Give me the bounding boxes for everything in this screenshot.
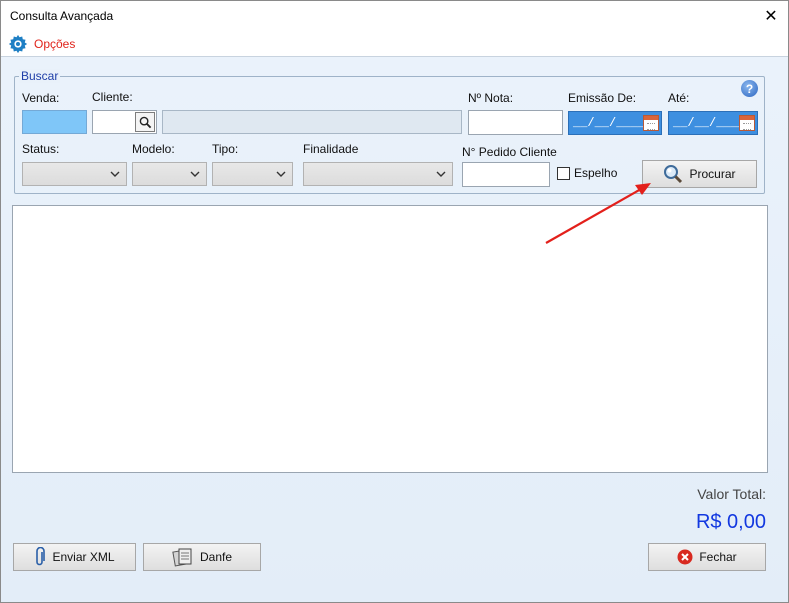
ate-date-value: __/__/____ xyxy=(673,116,746,130)
title-bar: Consulta Avançada ✕ xyxy=(1,1,788,31)
main-window: Consulta Avançada ✕ Opções Buscar ? Vend… xyxy=(0,0,789,603)
cliente-code-input[interactable] xyxy=(92,110,157,134)
enviar-xml-label: Enviar XML xyxy=(52,550,115,564)
documents-icon xyxy=(172,547,194,567)
cliente-name-field xyxy=(162,110,462,134)
enviar-xml-button[interactable]: Enviar XML xyxy=(13,543,136,571)
cliente-label: Cliente: xyxy=(92,90,133,104)
danfe-button[interactable]: Danfe xyxy=(143,543,261,571)
options-menu[interactable]: Opções xyxy=(7,34,75,54)
finalidade-label: Finalidade xyxy=(303,142,359,156)
emissao-date-input[interactable]: __/__/____ xyxy=(568,111,662,135)
options-menu-label: Opções xyxy=(34,37,76,51)
danfe-label: Danfe xyxy=(199,550,233,564)
help-icon[interactable]: ? xyxy=(741,80,758,97)
close-window-button[interactable]: ✕ xyxy=(754,1,788,31)
pedido-cliente-input[interactable] xyxy=(462,162,550,187)
modelo-label: Modelo: xyxy=(132,142,175,156)
procurar-button-label: Procurar xyxy=(689,167,736,181)
finalidade-select[interactable] xyxy=(303,162,453,186)
search-group-legend: Buscar xyxy=(19,69,61,83)
emissao-date-value: __/__/____ xyxy=(573,116,646,130)
status-label: Status: xyxy=(22,142,60,156)
menu-bar: Opções xyxy=(1,31,788,57)
pedido-cliente-label: N° Pedido Cliente xyxy=(462,145,557,159)
tipo-select[interactable] xyxy=(212,162,293,186)
paperclip-icon xyxy=(34,547,46,567)
emissao-label: Emissão De: xyxy=(568,91,637,105)
chevron-down-icon xyxy=(190,171,200,177)
fechar-button[interactable]: Fechar xyxy=(648,543,766,571)
cliente-search-button[interactable] xyxy=(135,112,155,132)
total-value: R$ 0,00 xyxy=(695,511,766,533)
close-icon: ✕ xyxy=(764,8,778,25)
ate-label: Até: xyxy=(668,91,690,105)
total-label: Valor Total: xyxy=(697,486,766,502)
gear-icon xyxy=(8,34,28,54)
chevron-down-icon xyxy=(110,171,120,177)
results-grid[interactable] xyxy=(12,205,768,473)
ate-date-input[interactable]: __/__/____ xyxy=(668,111,758,135)
calendar-icon[interactable] xyxy=(739,115,755,131)
search-icon xyxy=(139,116,151,128)
fechar-label: Fechar xyxy=(699,550,737,564)
nota-input[interactable] xyxy=(468,110,563,135)
espelho-label: Espelho xyxy=(574,166,618,180)
espelho-checkbox[interactable] xyxy=(557,167,570,180)
procurar-button[interactable]: Procurar xyxy=(642,160,757,188)
close-circle-icon xyxy=(677,549,693,565)
tipo-label: Tipo: xyxy=(212,142,239,156)
calendar-icon[interactable] xyxy=(643,115,659,131)
chevron-down-icon xyxy=(436,171,446,177)
venda-input[interactable] xyxy=(22,110,87,134)
window-title: Consulta Avançada xyxy=(10,9,114,23)
magnifier-icon xyxy=(663,164,683,184)
venda-label: Venda: xyxy=(22,91,60,105)
status-select[interactable] xyxy=(22,162,127,186)
chevron-down-icon xyxy=(276,171,286,177)
nota-label: Nº Nota: xyxy=(468,91,514,105)
modelo-select[interactable] xyxy=(132,162,207,186)
